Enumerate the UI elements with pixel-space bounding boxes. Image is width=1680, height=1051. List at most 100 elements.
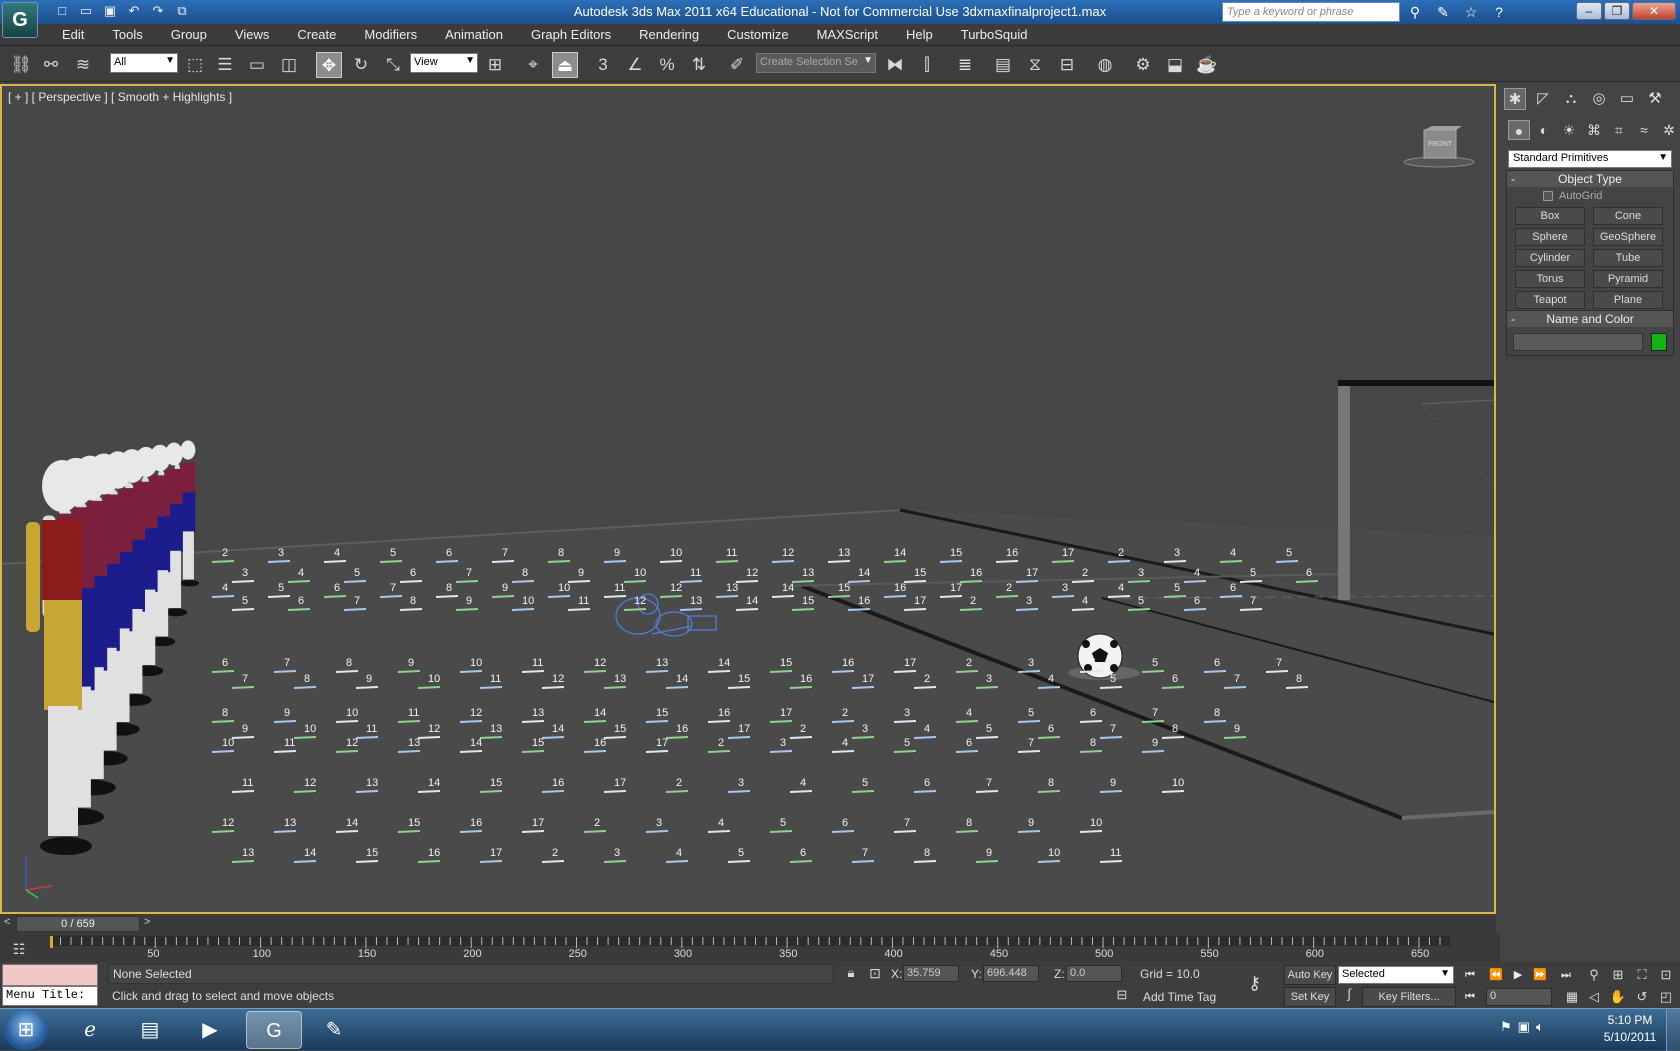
previous-frame-icon[interactable]: ⏪ (1486, 966, 1506, 984)
link-icon[interactable]: ⛓ (8, 52, 34, 78)
show-desktop-button[interactable] (1666, 1009, 1680, 1051)
star-icon[interactable]: ☆ (1461, 3, 1481, 21)
tools-icon[interactable]: ✎ (1433, 3, 1453, 21)
app-menu-button[interactable]: G (2, 2, 38, 38)
default-tangent-icon[interactable]: ∫ (1338, 984, 1360, 1004)
menu-group[interactable]: Group (157, 27, 221, 42)
cameras-icon[interactable]: ⌘ (1583, 120, 1605, 140)
spinner-snap-icon[interactable]: ⇅ (686, 52, 712, 78)
modify-tab-icon[interactable]: ◸ (1532, 88, 1554, 110)
time-tag-icon[interactable]: ⊟ (1112, 982, 1132, 1008)
reference-coordinate-dropdown[interactable]: View ▼ (410, 53, 478, 73)
action-center-icon[interactable]: ⚑ (1500, 1019, 1512, 1035)
menu-tools[interactable]: Tools (98, 27, 156, 42)
x-coordinate-field[interactable]: 35.759 (903, 965, 959, 982)
layer-manager-icon[interactable]: ≣ (952, 52, 978, 78)
zoom-all-icon[interactable]: ⊞ (1608, 966, 1628, 984)
binoculars-icon[interactable]: ⚲ (1405, 3, 1425, 21)
save-icon[interactable]: ▣ (100, 2, 120, 20)
object-name-field[interactable] (1513, 333, 1643, 351)
current-frame-field[interactable]: 0 (1486, 988, 1552, 1006)
create-tab-icon[interactable]: ✱ (1504, 88, 1526, 110)
3ds-max-taskbar-icon[interactable]: G (246, 1011, 302, 1049)
menu-customize[interactable]: Customize (713, 27, 802, 42)
viewcube[interactable]: FRONT (1402, 126, 1476, 168)
new-icon[interactable]: □ (52, 2, 72, 20)
help-icon[interactable]: ? (1489, 3, 1509, 21)
unlink-icon[interactable]: ⚯ (38, 52, 64, 78)
menu-modifiers[interactable]: Modifiers (350, 27, 431, 42)
internet-explorer-icon[interactable]: ℯ (62, 1011, 118, 1049)
primitive-category-dropdown[interactable]: Standard Primitives ▼ (1508, 150, 1672, 168)
set-keys-icon[interactable]: ⚷ (1248, 973, 1261, 994)
schematic-view-icon[interactable]: ⊟ (1054, 52, 1080, 78)
current-frame-marker[interactable] (50, 936, 53, 948)
object-color-swatch[interactable] (1651, 333, 1667, 351)
menu-turbosquid[interactable]: TurboSquid (947, 27, 1042, 42)
primitive-sphere-button[interactable]: Sphere (1515, 228, 1585, 246)
menu-views[interactable]: Views (221, 27, 283, 42)
redo-icon[interactable]: ↷ (148, 2, 168, 20)
go-to-end-icon[interactable]: ⏭ (1556, 966, 1576, 984)
time-configuration-icon[interactable]: ▦ (1562, 988, 1582, 1006)
z-coordinate-field[interactable]: 0.0 (1066, 965, 1122, 982)
maximize-viewport-icon[interactable]: ◰ (1656, 988, 1676, 1006)
go-to-start-icon[interactable]: ⏮ (1460, 966, 1480, 984)
key-selection-dropdown[interactable]: Selected ▼ (1338, 966, 1454, 984)
bind-space-warp-icon[interactable]: ≋ (70, 52, 96, 78)
material-editor-icon[interactable]: ◍ (1092, 52, 1118, 78)
start-button[interactable]: ⊞ (4, 1010, 48, 1050)
restore-button[interactable]: ❐ (1604, 2, 1630, 20)
keyboard-shortcut-override-icon[interactable]: ⏏ (552, 52, 578, 78)
primitive-cylinder-button[interactable]: Cylinder (1515, 249, 1585, 267)
maxscript-listener-output[interactable] (2, 964, 98, 986)
hierarchy-tab-icon[interactable]: ⛬ (1560, 88, 1582, 110)
select-and-rotate-icon[interactable]: ↻ (348, 52, 374, 78)
maxscript-listener-input[interactable]: Menu Title: (2, 986, 98, 1006)
orbit-icon[interactable]: ↺ (1632, 988, 1652, 1006)
menu-edit[interactable]: Edit (48, 27, 98, 42)
key-mode-toggle-icon[interactable]: ⏮ (1460, 988, 1480, 1006)
curve-editor-icon[interactable]: ⧖ (1022, 52, 1048, 78)
rendered-frame-window-icon[interactable]: ⬓ (1162, 52, 1188, 78)
zoom-extents-all-icon[interactable]: ⊡ (1656, 966, 1676, 984)
perspective-viewport[interactable]: [ + ] [ Perspective ] [ Smooth + Highlig… (0, 84, 1496, 914)
primitive-cone-button[interactable]: Cone (1593, 207, 1663, 225)
autogrid-checkbox[interactable]: AutoGrid (1507, 187, 1673, 205)
primitive-tube-button[interactable]: Tube (1593, 249, 1663, 267)
primitive-teapot-button[interactable]: Teapot (1515, 291, 1585, 309)
menu-create[interactable]: Create (283, 27, 350, 42)
undo-icon[interactable]: ↶ (124, 2, 144, 20)
render-setup-icon[interactable]: ⚙ (1130, 52, 1156, 78)
paint-icon[interactable]: ✎ (306, 1011, 362, 1049)
y-coordinate-field[interactable]: 696.448 (983, 965, 1039, 982)
edit-named-selection-icon[interactable]: ✐ (724, 52, 750, 78)
menu-rendering[interactable]: Rendering (625, 27, 713, 42)
select-and-move-icon[interactable]: ✥ (316, 52, 342, 78)
primitive-box-button[interactable]: Box (1515, 207, 1585, 225)
menu-animation[interactable]: Animation (431, 27, 517, 42)
select-and-scale-icon[interactable]: ⤡ (380, 52, 406, 78)
pivot-center-icon[interactable]: ⊞ (482, 52, 508, 78)
menu-maxscript[interactable]: MAXScript (803, 27, 892, 42)
zoom-extents-icon[interactable]: ⛶ (1632, 966, 1652, 984)
shapes-icon[interactable]: ◐ (1533, 120, 1555, 140)
auto-key-button[interactable]: Auto Key (1284, 965, 1336, 985)
media-player-icon[interactable]: ▶ (182, 1011, 238, 1049)
helpers-icon[interactable]: ⌗ (1608, 120, 1630, 140)
clock[interactable]: 5:10 PM 5/10/2011 (1598, 1012, 1662, 1046)
mini-curve-editor-icon[interactable]: ☷ (6, 936, 32, 962)
minimize-button[interactable]: – (1576, 2, 1602, 20)
network-icon[interactable]: ▣ (1518, 1019, 1530, 1035)
angle-snap-icon[interactable]: ∠ (622, 52, 648, 78)
next-frame-icon[interactable]: ⏩ (1530, 966, 1550, 984)
zoom-icon[interactable]: ⚲ (1584, 966, 1604, 984)
project-folder-icon[interactable]: ⧉ (172, 2, 192, 20)
primitive-torus-button[interactable]: Torus (1515, 270, 1585, 288)
absolute-mode-icon[interactable]: ⊡ (862, 960, 888, 986)
field-of-view-icon[interactable]: ◁ (1584, 988, 1604, 1006)
systems-icon[interactable]: ✲ (1658, 120, 1680, 140)
search-input[interactable]: Type a keyword or phrase (1222, 2, 1400, 22)
motion-tab-icon[interactable]: ◎ (1588, 88, 1610, 110)
time-slider-thumb[interactable]: 0 / 659 (16, 916, 140, 932)
